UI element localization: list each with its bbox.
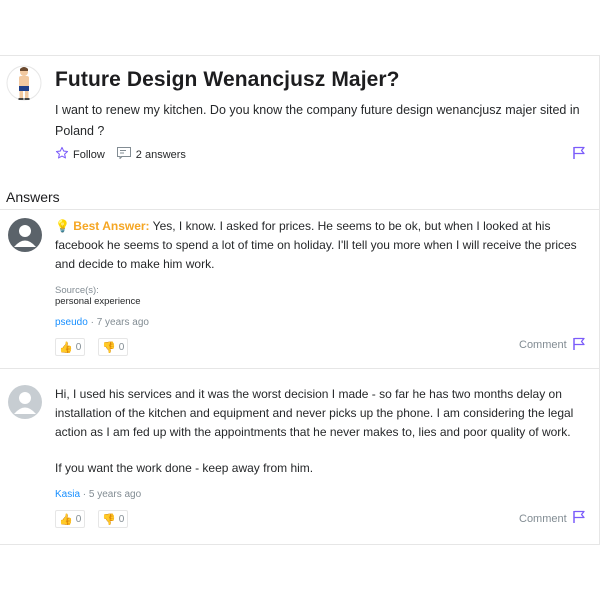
answer-time: · 5 years ago xyxy=(82,489,142,500)
thumbs-up-icon: 👍 xyxy=(59,513,73,526)
upvote-count: 0 xyxy=(75,513,82,525)
thumbs-down-button[interactable]: 👎 0 xyxy=(98,338,129,356)
source-label: Source(s): xyxy=(55,285,99,296)
answer-body-continued: If you want the work done - keep away fr… xyxy=(55,461,314,475)
answer-body: Hi, I used his services and it was the w… xyxy=(55,387,574,439)
comment-button[interactable]: Comment xyxy=(519,339,567,351)
thumbs-up-button[interactable]: 👍 0 xyxy=(55,510,86,528)
user-silhouette-icon[interactable] xyxy=(8,385,42,419)
answer-user-link[interactable]: Kasia xyxy=(55,489,80,500)
thumbs-down-button[interactable]: 👎 0 xyxy=(98,510,129,528)
upvote-count: 0 xyxy=(75,341,82,353)
thumbs-down-icon: 👎 xyxy=(102,513,116,526)
question-body: I want to renew my kitchen. Do you know … xyxy=(55,103,580,138)
question-actions: Follow 2 answers xyxy=(55,146,186,163)
report-answer-flag-icon[interactable] xyxy=(572,337,586,351)
report-answer-flag-icon[interactable] xyxy=(572,510,586,524)
report-question-flag-icon[interactable] xyxy=(572,146,586,160)
source-value: personal experience xyxy=(55,296,141,307)
best-answer-label: Best Answer: xyxy=(73,219,150,233)
divider xyxy=(0,368,600,369)
downvote-count: 0 xyxy=(118,341,125,353)
star-outline-icon xyxy=(55,146,69,163)
comment-button[interactable]: Comment xyxy=(519,513,567,525)
answer-meta: Kasia · 5 years ago xyxy=(55,489,141,500)
asker-avatar[interactable] xyxy=(6,64,42,102)
follow-button[interactable]: Follow xyxy=(55,146,105,163)
answer-user-link[interactable]: pseudo xyxy=(55,317,88,328)
thumbs-down-icon: 👎 xyxy=(102,341,116,354)
lightbulb-icon: 💡 xyxy=(55,219,70,233)
question-title: Future Design Wenancjusz Majer? xyxy=(55,68,400,91)
thumbs-up-icon: 👍 xyxy=(59,341,73,354)
follow-label: Follow xyxy=(73,148,105,161)
answers-heading: Answers xyxy=(6,189,60,205)
thumbs-up-button[interactable]: 👍 0 xyxy=(55,338,86,356)
answers-count-label: 2 answers xyxy=(135,148,186,161)
answers-count: 2 answers xyxy=(116,147,186,162)
best-answer-text: 💡 Best Answer: Yes, I know. I asked for … xyxy=(55,217,580,274)
downvote-count: 0 xyxy=(118,513,125,525)
divider xyxy=(0,209,600,210)
speech-bubble-icon xyxy=(116,147,131,162)
answer-time: · 7 years ago xyxy=(90,317,149,328)
answer-meta: pseudo · 7 years ago xyxy=(55,317,149,328)
user-silhouette-icon[interactable] xyxy=(8,218,42,252)
